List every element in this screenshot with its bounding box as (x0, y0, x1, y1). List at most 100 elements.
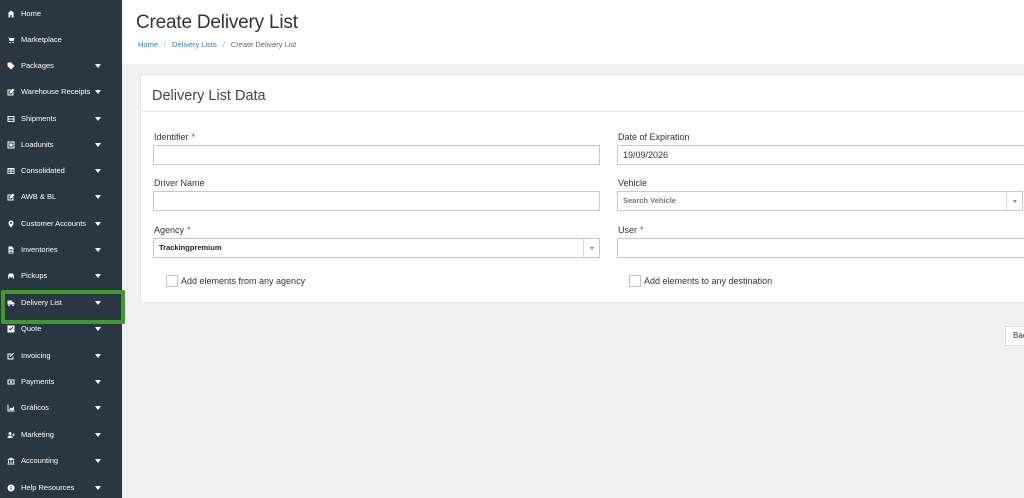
expiration-date-input[interactable]: 19/09/2026 (617, 145, 1024, 165)
sidebar-item-label: Pickups (21, 271, 48, 280)
breadcrumb: Home / Delivery Lists / Create Delivery … (138, 40, 296, 49)
sidebar-item-warehouse-receipts[interactable]: Warehouse Receipts (0, 79, 122, 105)
sidebar-item-label: Shipments (21, 114, 57, 123)
sidebar-item-label: Loadunits (21, 140, 54, 149)
sidebar: Home Marketplace Packages Warehouse Receipt… (0, 0, 122, 498)
chevron-down-icon[interactable] (1006, 192, 1022, 210)
driver-name-input[interactable] (153, 191, 600, 211)
sidebar-item-label: Warehouse Receipts (21, 87, 91, 96)
page-header: Create Delivery List Home / Delivery Lis… (122, 0, 1024, 64)
sidebar-item-help-resources[interactable]: Help Resources (0, 475, 122, 498)
sidebar-item-label: Help Resources (21, 483, 75, 492)
identifier-label: Identifier * (154, 132, 195, 142)
required-mark: * (187, 225, 191, 235)
any-agency-checkbox-row[interactable]: Add elements from any agency (166, 275, 305, 287)
sidebar-item-label: Accounting (21, 456, 59, 465)
breadcrumb-separator: / (222, 40, 225, 49)
sidebar-item-label: AWB & BL (21, 192, 57, 201)
sidebar-item-label: Marketing (21, 430, 54, 439)
any-destination-checkbox-row[interactable]: Add elements to any destination (629, 275, 772, 287)
caret-down-icon (95, 222, 101, 226)
tags-icon (6, 61, 16, 71)
page-title: Create Delivery List (136, 12, 298, 33)
caret-down-icon (95, 406, 101, 410)
edit-icon (6, 87, 16, 97)
delivery-list-form-panel: Delivery List Data Identifier * Date of E… (140, 74, 1024, 303)
sidebar-item-loadunits[interactable]: Loadunits (0, 132, 122, 158)
caret-down-icon (95, 90, 101, 94)
any-destination-checkbox[interactable] (629, 275, 641, 287)
back-button[interactable]: Bac (1005, 326, 1024, 346)
sidebar-item-inventories[interactable]: Inventories (0, 237, 122, 263)
caret-down-icon (95, 327, 101, 331)
area-chart-icon (6, 403, 16, 413)
caret-down-icon (95, 169, 101, 173)
list-icon (6, 114, 16, 124)
sidebar-item-label: Marketplace (21, 35, 62, 44)
caret-down-icon (95, 433, 101, 437)
sidebar-item-label: Gráficos (21, 403, 49, 412)
user-input[interactable] (617, 238, 1024, 258)
map-marker-icon (6, 219, 16, 229)
check-edit-icon (6, 351, 16, 361)
home-icon (6, 9, 16, 19)
sidebar-item-label: Customer Accounts (21, 219, 87, 228)
vehicle-select[interactable]: Search Vehicle (617, 191, 1023, 211)
cart-icon (6, 35, 16, 45)
sidebar-item-home[interactable]: Home (0, 1, 122, 27)
car-icon (6, 271, 16, 281)
money-icon (6, 377, 16, 387)
sidebar-item-pickups[interactable]: Pickups (0, 263, 122, 289)
sidebar-item-gr-ficos[interactable]: Gráficos (0, 395, 122, 421)
breadcrumb-home-link[interactable]: Home (138, 40, 158, 49)
caret-down-icon (95, 486, 101, 490)
agency-label: Agency * (154, 225, 191, 235)
sidebar-item-marketplace[interactable]: Marketplace (0, 27, 122, 53)
caret-down-icon (95, 143, 101, 147)
vehicle-placeholder: Search Vehicle (623, 196, 676, 205)
sidebar-item-shipments[interactable]: Shipments (0, 106, 122, 132)
user-label: User * (618, 225, 644, 235)
check-square-icon (6, 324, 16, 334)
any-agency-checkbox[interactable] (166, 275, 178, 287)
breadcrumb-delivery-lists-link[interactable]: Delivery Lists (172, 40, 217, 49)
chevron-down-icon[interactable] (583, 239, 599, 257)
agency-select[interactable]: Trackingpremium (153, 238, 600, 258)
bank-icon (6, 456, 16, 466)
caret-down-icon (95, 459, 101, 463)
sidebar-item-label: Inventories (21, 245, 58, 254)
required-mark: * (191, 132, 196, 142)
user-plus-icon (6, 430, 16, 440)
box-icon (6, 140, 16, 150)
sidebar-item-marketing[interactable]: Marketing (0, 422, 122, 448)
sidebar-item-packages[interactable]: Packages (0, 53, 122, 79)
breadcrumb-separator: / (164, 40, 167, 49)
table-icon (6, 166, 16, 176)
sidebar-item-label: Packages (21, 61, 54, 70)
caret-down-icon (95, 117, 101, 121)
agency-label-text: Agency (154, 225, 185, 235)
identifier-input[interactable] (153, 145, 600, 165)
panel-divider (141, 111, 1024, 112)
driver-name-label: Driver Name (154, 178, 205, 188)
caret-down-icon (95, 195, 101, 199)
pencil-square-icon (6, 192, 16, 202)
sidebar-item-payments[interactable]: Payments (0, 369, 122, 395)
sidebar-item-invoicing[interactable]: Invoicing (0, 343, 122, 369)
sidebar-item-accounting[interactable]: Accounting (0, 448, 122, 474)
panel-title: Delivery List Data (152, 88, 266, 104)
sidebar-item-label: Invoicing (21, 351, 51, 360)
breadcrumb-current: Create Delivery List (230, 40, 297, 49)
sidebar-item-consolidated[interactable]: Consolidated (0, 158, 122, 184)
vehicle-label: Vehicle (618, 178, 648, 188)
user-label-text: User (618, 225, 638, 235)
sidebar-item-awb-bl[interactable]: AWB & BL (0, 184, 122, 210)
sidebar-item-label: Home (21, 9, 42, 18)
agency-selected-value: Trackingpremium (159, 243, 222, 252)
sidebar-item-customer-accounts[interactable]: Customer Accounts (0, 211, 122, 237)
any-agency-checkbox-label: Add elements from any agency (181, 276, 306, 286)
identifier-label-text: Identifier (154, 132, 189, 142)
expiration-label: Date of Expiration (618, 132, 690, 142)
caret-down-icon (95, 64, 101, 68)
required-mark: * (640, 225, 644, 235)
